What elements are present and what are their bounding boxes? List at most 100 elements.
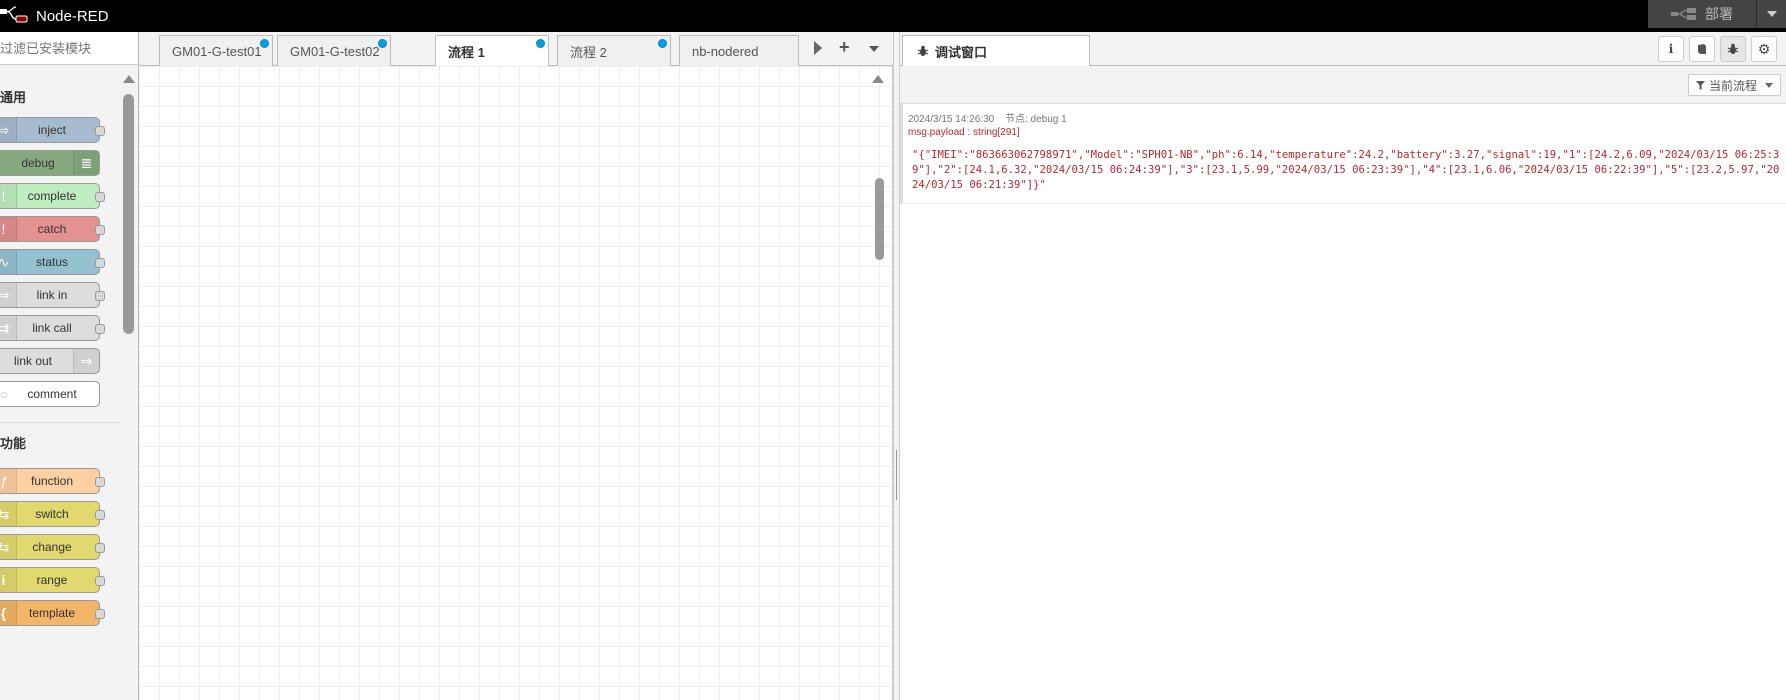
gear-icon: ⚙ xyxy=(1757,40,1771,57)
palette-search xyxy=(0,32,138,65)
pulse-icon: ∿ xyxy=(0,250,17,274)
palette-node-link-call[interactable]: ⇉ link call xyxy=(0,315,105,341)
palette-node-catch[interactable]: ! catch xyxy=(0,216,105,242)
changed-indicator-icon xyxy=(260,39,269,48)
help-button[interactable] xyxy=(1689,36,1715,62)
filter-button[interactable]: 当前流程 xyxy=(1688,74,1781,96)
palette-scrollbar[interactable] xyxy=(123,94,134,334)
message-node-link[interactable]: 节点: debug 1 xyxy=(1005,114,1067,125)
output-port xyxy=(95,510,105,520)
palette-node-function[interactable]: ƒ function xyxy=(0,468,105,494)
tab-scroll-right-icon[interactable] xyxy=(814,41,822,55)
logo: Node-RED xyxy=(0,0,109,32)
output-port xyxy=(95,258,105,268)
output-port xyxy=(95,576,105,586)
workspace-tabs: GM01-G-test01 GM01-G-test02 流程 1 流程 2 nb… xyxy=(139,32,893,67)
tab-flow-2[interactable]: 流程 2 xyxy=(557,35,671,66)
debug-toolbar: 当前流程 xyxy=(900,66,1786,104)
canvas-scroll-up-arrow[interactable] xyxy=(872,75,884,83)
link-icon: ⇒ xyxy=(0,283,17,307)
book-icon xyxy=(1698,44,1706,54)
output-port xyxy=(95,609,105,619)
bug-icon xyxy=(917,45,929,56)
palette-category-common[interactable]: 通用 xyxy=(0,79,26,113)
debug-button[interactable] xyxy=(1720,36,1746,62)
output-port xyxy=(95,291,105,301)
palette-node-link-in[interactable]: ⇒ link in xyxy=(0,282,105,308)
palette: 通用 ⇨ inject debug ≣ ! complete ! catch ∿… xyxy=(0,32,139,700)
deploy-icon xyxy=(1671,8,1696,20)
deploy-label: 部署 xyxy=(1705,6,1733,22)
palette-node-status[interactable]: ∿ status xyxy=(0,249,105,275)
output-port xyxy=(95,477,105,487)
tab-label: 调试窗口 xyxy=(935,44,988,60)
filter-label: 当前流程 xyxy=(1708,78,1757,93)
canvas-scrollbar[interactable] xyxy=(875,178,884,260)
palette-category-function[interactable]: 功能 xyxy=(0,425,26,459)
palette-node-change[interactable]: ⇆ change xyxy=(0,534,105,560)
tab-label: 流程 1 xyxy=(448,45,485,60)
message-timestamp: 2024/3/15 14:26:30 xyxy=(908,114,995,125)
tab-label: nb-nodered xyxy=(692,43,759,59)
function-icon: ƒ xyxy=(0,469,17,493)
sidebar: 调试窗口 i ⚙ 当前流程 2024/3/15 14:26:30 节点: deb… xyxy=(900,32,1786,700)
tab-debug[interactable]: 调试窗口 xyxy=(902,35,1090,66)
message-meta: 2024/3/15 14:26:30 节点: debug 1 xyxy=(908,110,1075,125)
deploy-button-group[interactable]: 部署 xyxy=(1648,0,1786,28)
tab-menu-icon[interactable] xyxy=(869,46,879,52)
palette-node-debug[interactable]: debug ≣ xyxy=(0,150,100,176)
output-port xyxy=(95,192,105,202)
caret-down-icon xyxy=(1765,82,1773,88)
category-label: 功能 xyxy=(0,435,27,451)
output-port xyxy=(95,543,105,553)
deploy-button[interactable]: 部署 xyxy=(1648,0,1756,28)
message-payload[interactable]: "{"IMEI":"863663062798971","Model":"SPH0… xyxy=(912,148,1782,193)
tab-flow-1[interactable]: 流程 1 xyxy=(435,35,549,67)
palette-node-switch[interactable]: ⇆ switch xyxy=(0,501,105,527)
exclamation-icon: ! xyxy=(0,184,17,208)
tab-label: GM01-G-test01 xyxy=(172,43,262,59)
palette-node-inject[interactable]: ⇨ inject xyxy=(0,117,105,143)
tab-label: GM01-G-test02 xyxy=(290,43,380,59)
tab-gm01-g-test01[interactable]: GM01-G-test01 xyxy=(159,35,273,66)
sidebar-separator[interactable] xyxy=(893,32,900,700)
palette-search-input[interactable] xyxy=(0,40,130,56)
link-icon: ⇒ xyxy=(73,349,99,373)
exclamation-icon: ! xyxy=(0,217,17,241)
range-icon: i xyxy=(0,568,17,592)
palette-node-range[interactable]: i range xyxy=(0,567,105,593)
deploy-menu-button[interactable] xyxy=(1756,0,1786,28)
changed-indicator-icon xyxy=(658,39,667,48)
node-red-logo-icon xyxy=(0,6,28,23)
filter-icon xyxy=(1695,80,1705,90)
list-icon: ≣ xyxy=(73,151,99,175)
arrow-icon: ⇨ xyxy=(0,118,17,142)
header-bar: Node-RED 部署 xyxy=(0,0,1786,32)
palette-node-complete[interactable]: ! complete xyxy=(0,183,105,209)
info-button[interactable]: i xyxy=(1658,36,1684,62)
settings-button[interactable]: ⚙ xyxy=(1751,36,1777,62)
debug-message: 2024/3/15 14:26:30 节点: debug 1 msg.paylo… xyxy=(900,104,1786,204)
caret-down-icon xyxy=(1766,11,1777,17)
tab-label: 流程 2 xyxy=(570,44,607,60)
category-label: 通用 xyxy=(0,89,27,105)
changed-indicator-icon xyxy=(536,39,545,48)
palette-node-link-out[interactable]: link out ⇒ xyxy=(0,348,100,374)
output-port xyxy=(95,225,105,235)
changed-indicator-icon xyxy=(378,39,387,48)
flow-canvas[interactable] xyxy=(139,66,893,700)
comment-icon: ○ xyxy=(0,386,9,402)
tab-nb-nodered[interactable]: nb-nodered xyxy=(679,35,799,66)
sidebar-tabs: 调试窗口 i ⚙ xyxy=(900,32,1786,66)
template-icon: { xyxy=(0,601,17,625)
workspace: GM01-G-test01 GM01-G-test02 流程 1 流程 2 nb… xyxy=(139,32,893,700)
palette-node-template[interactable]: { template xyxy=(0,600,105,626)
output-port xyxy=(95,324,105,334)
bug-icon xyxy=(1727,43,1739,54)
palette-scroll-up-arrow[interactable] xyxy=(123,75,135,83)
info-icon: i xyxy=(1668,42,1674,56)
palette-node-comment[interactable]: ○ comment xyxy=(0,381,100,407)
add-tab-icon[interactable]: + xyxy=(839,37,850,58)
message-topic: msg.payload : string[291] xyxy=(908,127,1020,138)
tab-gm01-g-test02[interactable]: GM01-G-test02 xyxy=(277,35,391,66)
